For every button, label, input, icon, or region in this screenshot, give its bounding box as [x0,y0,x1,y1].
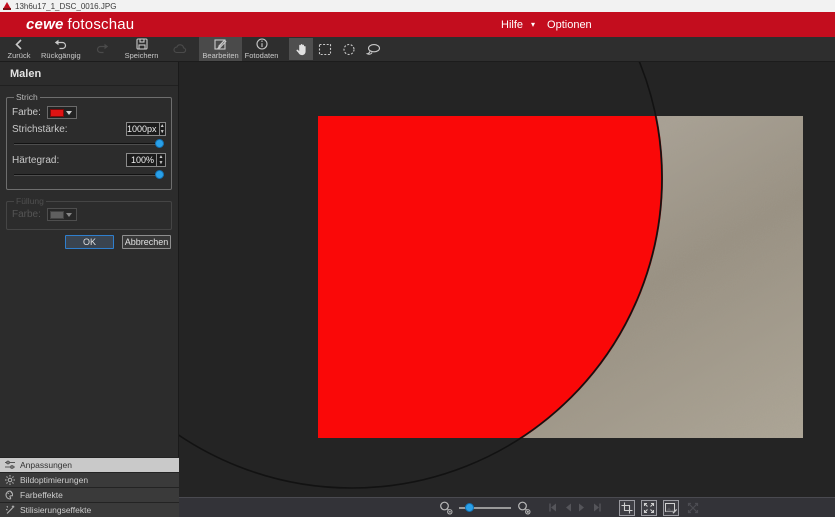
zoom-slider-knob[interactable] [465,503,474,512]
first-image-icon [547,502,559,513]
chevron-down-icon [66,213,72,217]
hand-tool[interactable] [289,38,313,60]
app-icon [3,2,11,10]
hardness-slider-knob[interactable] [155,170,164,179]
info-icon [256,38,268,50]
redo-icon [96,43,109,54]
fit-to-window-icon [643,502,655,514]
stroke-group: Strich Farbe: Strichstärke: 1000px ▲▼ [6,92,172,190]
zoom-out-button[interactable] [439,501,453,515]
app-window: 13h6u17_1_DSC_0016.JPG cewefotoschau Hil… [0,0,835,517]
zoom-in-icon [517,501,531,515]
brand-logo-bold: cewe [26,16,64,33]
crop-button[interactable] [619,500,635,516]
previous-image-icon [563,502,573,513]
previous-image-button [563,502,573,513]
window-title: 13h6u17_1_DSC_0016.JPG [15,2,116,11]
bottom-toolbar [179,497,835,517]
image-canvas[interactable] [179,62,835,497]
stroke-group-legend: Strich [14,92,40,102]
undo-button[interactable]: Rückgängig [38,37,84,61]
first-image-button [547,502,559,513]
menu-options[interactable]: Optionen [543,17,596,33]
cloud-icon [173,43,187,54]
magic-wand-icon [5,505,15,515]
stroke-color-label: Farbe: [12,107,41,118]
original-view-icon [665,502,677,514]
back-button[interactable]: Zurück [0,37,38,61]
lasso-tool[interactable] [361,38,386,60]
rect-select-icon [318,43,332,56]
next-image-button [577,502,587,513]
stroke-color-dropdown[interactable] [47,106,77,119]
paint-panel: Malen Strich Farbe: Strichstärke: 1000px… [0,62,179,517]
fill-group-legend: Füllung [14,196,46,206]
accordion-item-anpassungen[interactable]: Anpassungen [0,457,179,472]
redo-button [84,37,122,61]
next-image-icon [577,502,587,513]
zoom-slider[interactable] [459,502,511,514]
ellipse-select-icon [342,43,356,56]
save-icon [136,38,148,50]
hardness-slider[interactable] [14,170,164,180]
menu-bar: cewefotoschau Hilfe ▾ Optionen [0,12,835,37]
panel-title: Malen [0,62,178,86]
menu-help[interactable]: Hilfe [497,17,527,33]
pan-mode-button [685,500,701,516]
spinner-arrows[interactable]: ▲▼ [156,154,165,166]
hardness-spinner[interactable]: 100% ▲▼ [126,153,166,167]
save-button[interactable]: Speichern [122,37,162,61]
rect-select-tool[interactable] [313,38,337,60]
toolbar: Zurück Rückgängig Speichern Bearbeiten F… [0,37,835,62]
chevron-down-icon: ▾ [531,20,535,29]
stroke-color-swatch [50,109,64,117]
spinner-arrows[interactable]: ▲▼ [159,123,165,135]
sliders-icon [5,460,15,470]
chevron-left-icon [13,39,25,50]
fill-color-dropdown [47,208,77,221]
cancel-button[interactable]: Abbrechen [122,235,171,249]
edit-button[interactable]: Bearbeiten [199,37,241,61]
fill-color-swatch [50,211,64,219]
photo-texture [318,116,803,438]
accordion-item-farbeffekte[interactable]: Farbeffekte [0,487,179,502]
brand-logo: cewefotoschau [26,16,134,33]
hardness-label: Härtegrad: [12,155,59,166]
accordion-item-bildoptimierungen[interactable]: Bildoptimierungen [0,472,179,487]
fit-to-window-button[interactable] [641,500,657,516]
accordion-item-stilisierungseffekte[interactable]: Stilisierungseffekte [0,502,179,517]
effects-accordion: Anpassungen Bildoptimierungen Farbeffekt… [0,457,179,517]
zoom-in-button[interactable] [517,501,531,515]
lasso-icon [366,43,381,56]
palette-icon [5,490,15,500]
sun-icon [5,475,15,485]
crop-icon [621,502,633,514]
undo-icon [54,39,67,50]
ok-button[interactable]: OK [65,235,114,249]
photo-info-button[interactable]: Fotodaten [242,37,282,61]
stroke-width-label: Strichstärke: [12,124,68,135]
photo-image[interactable] [318,116,803,438]
stroke-width-spinner[interactable]: 1000px ▲▼ [126,122,166,136]
fill-color-label: Farbe: [12,209,41,220]
fill-group: Füllung Farbe: [6,196,172,230]
last-image-button [591,502,603,513]
stroke-width-slider-knob[interactable] [155,139,164,148]
edit-icon [214,38,227,50]
chevron-down-icon [66,111,72,115]
upload-button [161,37,199,61]
ellipse-select-tool[interactable] [337,38,361,60]
last-image-icon [591,502,603,513]
brand-logo-rest: fotoschau [68,16,135,33]
stroke-width-slider[interactable] [14,139,164,149]
crossed-arrows-icon [687,502,699,514]
zoom-out-icon [439,501,453,515]
title-bar: 13h6u17_1_DSC_0016.JPG [0,0,835,12]
original-view-button[interactable] [663,500,679,516]
hand-icon [295,42,308,56]
